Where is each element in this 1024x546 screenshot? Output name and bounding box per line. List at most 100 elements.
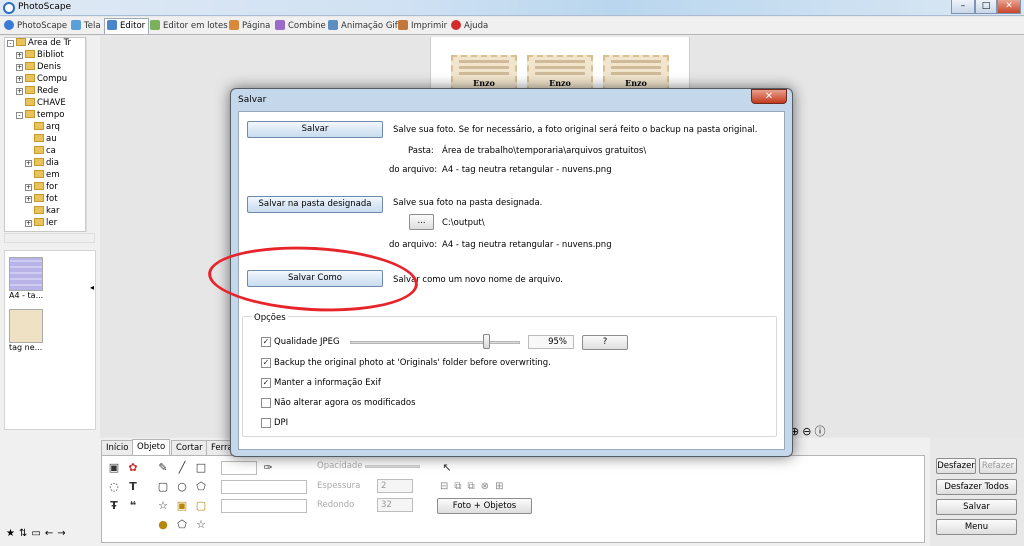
ungroup-icon[interactable]: ⊞ bbox=[495, 481, 509, 492]
color-combo[interactable] bbox=[221, 461, 257, 475]
tab-photoscape[interactable]: PhotoScape bbox=[1, 18, 71, 34]
filled-rounded-rect-icon[interactable]: ▢ bbox=[194, 499, 208, 513]
duplicate-icon[interactable]: ⧉ bbox=[454, 481, 467, 492]
polygon-tool-icon[interactable]: ⬠ bbox=[194, 480, 208, 494]
expand-icon[interactable]: + bbox=[25, 184, 32, 191]
dpi-checkbox[interactable] bbox=[261, 418, 271, 428]
line-tool-icon[interactable]: ╱ bbox=[175, 461, 189, 475]
maximize-button[interactable]: □ bbox=[975, 0, 997, 14]
quote-icon[interactable]: ❝ bbox=[126, 499, 140, 513]
tree-item[interactable]: + fot bbox=[5, 194, 85, 206]
rectangle-tool-icon[interactable]: □ bbox=[194, 461, 208, 475]
pentagon-tool-icon[interactable]: ⬠ bbox=[175, 518, 189, 532]
tree-item[interactable]: + for bbox=[5, 182, 85, 194]
folder-tree[interactable]: - Área de Tr + Bibliot + Denis + Compu + Rede CHAV… bbox=[4, 37, 86, 232]
text-tool-icon[interactable]: T bbox=[126, 480, 140, 494]
bottom-left-icons[interactable]: ★⇅▭←→ bbox=[6, 528, 70, 539]
collapse-icon[interactable]: - bbox=[7, 40, 14, 47]
tree-item[interactable]: CHAVE bbox=[5, 98, 85, 110]
rounded-stepper[interactable]: 32 bbox=[377, 498, 413, 512]
star-tool-icon[interactable]: ☆ bbox=[156, 499, 170, 513]
tab-home[interactable]: Início bbox=[101, 440, 134, 455]
help-question-button[interactable]: ? bbox=[582, 335, 628, 350]
save-overwrite-button[interactable]: Salvar bbox=[247, 121, 383, 138]
dialog-close-button[interactable]: ✕ bbox=[751, 89, 787, 104]
undo-button[interactable]: Desfazer bbox=[936, 458, 976, 474]
photo-objects-button[interactable]: Foto + Objetos bbox=[437, 498, 532, 514]
tab-editor[interactable]: Editor bbox=[104, 18, 150, 34]
save-button[interactable]: Salvar bbox=[936, 499, 1017, 515]
undo-all-button[interactable]: Desfazer Todos bbox=[936, 479, 1017, 495]
jpeg-quality-slider-thumb[interactable] bbox=[483, 334, 490, 349]
expand-icon[interactable]: + bbox=[16, 76, 23, 83]
tab-batch-editor[interactable]: Editor em lotes bbox=[147, 18, 232, 34]
zoom-controls[interactable]: ⊕⊖ⓘ bbox=[790, 423, 828, 439]
tree-horizontal-scrollbar[interactable] bbox=[4, 233, 95, 243]
stamp-tool-icon[interactable]: ✿ bbox=[126, 461, 140, 475]
tree-item[interactable]: ca bbox=[5, 146, 85, 158]
zoom-out-icon[interactable]: ⊖ bbox=[802, 425, 814, 438]
tab-crop[interactable]: Cortar bbox=[171, 440, 208, 455]
expand-icon[interactable]: + bbox=[25, 196, 32, 203]
tree-item[interactable]: - tempo bbox=[5, 110, 85, 122]
expand-icon[interactable]: + bbox=[16, 88, 23, 95]
close-button[interactable]: ✕ bbox=[997, 0, 1021, 14]
expand-icon[interactable]: + bbox=[16, 52, 23, 59]
jpeg-quality-checkbox[interactable]: ✓ bbox=[261, 337, 271, 347]
jpeg-quality-slider[interactable] bbox=[350, 341, 520, 344]
tab-tools[interactable]: Ferramentas bbox=[206, 440, 232, 455]
tree-item[interactable]: + Bibliot bbox=[5, 50, 85, 62]
eyedropper-icon[interactable]: ✑ bbox=[261, 461, 275, 475]
tab-animated-gif[interactable]: Animação Gif bbox=[325, 18, 402, 34]
tab-print[interactable]: Imprimir bbox=[395, 18, 451, 34]
expand-icon[interactable]: + bbox=[25, 160, 32, 167]
filled-star-tool-icon[interactable]: ☆ bbox=[194, 518, 208, 532]
collapse-icon[interactable]: - bbox=[16, 112, 23, 119]
thickness-stepper[interactable]: 2 bbox=[377, 479, 413, 493]
favorite-icon[interactable]: ★ bbox=[6, 528, 19, 539]
tab-viewer[interactable]: Tela bbox=[68, 18, 105, 34]
tree-item[interactable]: + ler bbox=[5, 218, 85, 230]
photo-tool-icon[interactable]: ▣ bbox=[107, 461, 121, 475]
tree-item[interactable]: + Compu bbox=[5, 74, 85, 86]
browse-folder-button[interactable]: ... bbox=[409, 214, 434, 230]
select-arrow-icon[interactable]: ↖ bbox=[440, 461, 454, 475]
tree-item[interactable]: em bbox=[5, 170, 85, 182]
collapse-panel-arrow-icon[interactable]: ◂ bbox=[90, 283, 94, 292]
keep-exif-checkbox[interactable]: ✓ bbox=[261, 378, 271, 388]
style-combo[interactable] bbox=[221, 480, 307, 494]
backup-original-checkbox[interactable]: ✓ bbox=[261, 358, 271, 368]
circle-tool-icon[interactable]: ○ bbox=[175, 480, 189, 494]
text-style-icon[interactable]: Ŧ bbox=[107, 499, 121, 513]
tree-item[interactable]: arq bbox=[5, 122, 85, 134]
info-icon[interactable]: ⓘ bbox=[814, 425, 828, 438]
tab-combine[interactable]: Combine bbox=[272, 18, 330, 34]
copy-icon[interactable]: ⧉ bbox=[468, 481, 481, 492]
filled-circle-tool-icon[interactable]: ● bbox=[156, 518, 170, 532]
tree-item[interactable]: + Denis bbox=[5, 62, 85, 74]
save-designated-folder-button[interactable]: Salvar na pasta designada bbox=[247, 196, 383, 213]
tab-object[interactable]: Objeto bbox=[132, 439, 171, 456]
forward-icon[interactable]: → bbox=[57, 528, 69, 539]
tree-item[interactable]: au bbox=[5, 134, 85, 146]
pen-tool-icon[interactable]: ✎ bbox=[156, 461, 170, 475]
group-icon[interactable]: ⊗ bbox=[481, 481, 495, 492]
sort-icon[interactable]: ⇅ bbox=[19, 528, 31, 539]
menu-button[interactable]: Menu bbox=[936, 519, 1017, 535]
keep-modified-checkbox[interactable] bbox=[261, 398, 271, 408]
expand-icon[interactable]: + bbox=[25, 220, 32, 227]
thumbnail-item[interactable]: tag ne... bbox=[9, 309, 43, 352]
layer-icon[interactable]: ⊟ bbox=[440, 481, 454, 492]
thumbnail-item[interactable]: A4 - ta... bbox=[9, 257, 43, 300]
redo-button[interactable]: Refazer bbox=[979, 458, 1017, 474]
tree-item[interactable]: + Rede bbox=[5, 86, 85, 98]
arrange-icons[interactable]: ⊟⧉⧉⊗⊞ bbox=[440, 481, 509, 492]
opacity-slider[interactable] bbox=[365, 465, 420, 468]
tree-vertical-scrollbar[interactable] bbox=[86, 37, 95, 232]
tree-item[interactable]: + dia bbox=[5, 158, 85, 170]
tree-item[interactable]: - Área de Tr bbox=[5, 38, 85, 50]
speech-balloon-icon[interactable]: ◌ bbox=[107, 480, 121, 494]
tab-help[interactable]: Ajuda bbox=[448, 18, 492, 34]
line-style-combo[interactable] bbox=[221, 499, 307, 513]
tree-item[interactable]: kar bbox=[5, 206, 85, 218]
